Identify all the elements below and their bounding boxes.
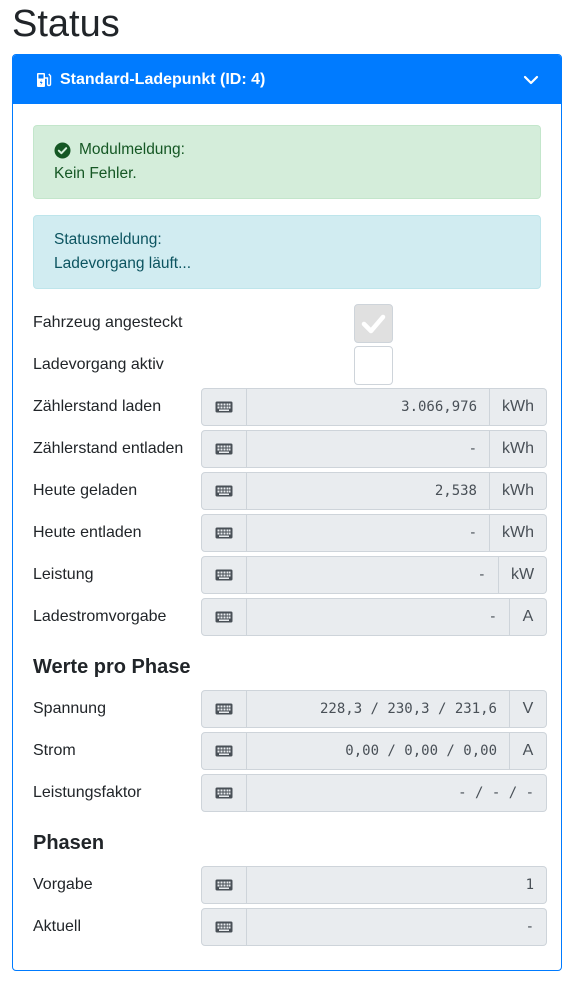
status-message-title: Statusmeldung: — [54, 231, 162, 248]
current-setpoint-value[interactable]: - — [247, 598, 510, 636]
unit-label: A — [510, 598, 547, 636]
field-label: Leistungsfaktor — [33, 784, 142, 801]
field-label: Zählerstand entladen — [33, 440, 184, 457]
field-label: Zählerstand laden — [33, 398, 162, 415]
current-value[interactable]: 0,00 / 0,00 / 0,00 — [247, 732, 510, 770]
unit-label: kWh — [490, 514, 547, 552]
chargepoint-title: Standard-Ladepunkt (ID: 4) — [60, 70, 266, 88]
unit-label: kWh — [490, 472, 547, 510]
keyboard-icon — [201, 690, 247, 728]
meter-charge-value[interactable]: 3.066,976 — [247, 388, 490, 426]
field-label: Vorgabe — [33, 876, 93, 893]
module-message-text: Kein Fehler. — [54, 165, 137, 182]
keyboard-icon — [201, 388, 247, 426]
phases-actual-input-group: - — [201, 908, 547, 946]
today-charged-input-group: 2,538 kWh — [201, 472, 547, 510]
voltage-input-group: 228,3 / 230,3 / 231,6 V — [201, 690, 547, 728]
chargepoint-card: Standard-Ladepunkt (ID: 4) Modulmeldung:… — [12, 54, 562, 971]
field-label: Leistung — [33, 566, 94, 583]
phases-heading: Phasen — [33, 832, 105, 854]
module-message-title: Modulmeldung: — [79, 141, 185, 158]
module-message-alert: Modulmeldung: Kein Fehler. — [33, 125, 541, 199]
charging-active-checkbox[interactable] — [354, 346, 393, 385]
vehicle-plugged-label: Fahrzeug angesteckt — [33, 314, 183, 331]
keyboard-icon — [201, 514, 247, 552]
power-factor-value[interactable]: - / - / - — [247, 774, 547, 812]
checkmark-icon — [361, 314, 386, 334]
phase-values-heading: Werte pro Phase — [33, 656, 191, 678]
charging-active-label: Ladevorgang aktiv — [33, 356, 164, 373]
unit-label: kWh — [490, 430, 547, 468]
meter-charge-input-group: 3.066,976 kWh — [201, 388, 547, 426]
field-label: Heute geladen — [33, 482, 138, 499]
unit-label: A — [510, 732, 547, 770]
keyboard-icon — [201, 732, 247, 770]
voltage-value[interactable]: 228,3 / 230,3 / 231,6 — [247, 690, 510, 728]
power-factor-input-group: - / - / - — [201, 774, 547, 812]
vehicle-plugged-checkbox[interactable] — [354, 304, 393, 343]
field-label: Spannung — [33, 700, 106, 717]
page-title: Status — [12, 3, 120, 45]
meter-discharge-value[interactable]: - — [247, 430, 490, 468]
keyboard-icon — [201, 908, 247, 946]
field-label: Heute entladen — [33, 524, 142, 541]
keyboard-icon — [201, 598, 247, 636]
phases-setpoint-input-group: 1 — [201, 866, 547, 904]
keyboard-icon — [201, 774, 247, 812]
status-message-text: Ladevorgang läuft... — [54, 255, 192, 272]
unit-label: V — [510, 690, 547, 728]
phases-setpoint-value[interactable]: 1 — [247, 866, 547, 904]
unit-label: kWh — [490, 388, 547, 426]
keyboard-icon — [201, 866, 247, 904]
chargepoint-card-header[interactable]: Standard-Ladepunkt (ID: 4) — [13, 55, 561, 104]
status-message-alert: Statusmeldung: Ladevorgang läuft... — [33, 215, 541, 289]
check-circle-icon — [54, 142, 71, 159]
today-charged-value[interactable]: 2,538 — [247, 472, 490, 510]
today-discharged-input-group: - kWh — [201, 514, 547, 552]
phases-actual-value[interactable]: - — [247, 908, 547, 946]
unit-label: kW — [499, 556, 547, 594]
keyboard-icon — [201, 430, 247, 468]
field-label: Strom — [33, 742, 76, 759]
meter-discharge-input-group: - kWh — [201, 430, 547, 468]
power-input-group: - kW — [201, 556, 547, 594]
today-discharged-value[interactable]: - — [247, 514, 490, 552]
field-label: Ladestromvorgabe — [33, 608, 167, 625]
current-setpoint-input-group: - A — [201, 598, 547, 636]
field-label: Aktuell — [33, 918, 82, 935]
keyboard-icon — [201, 556, 247, 594]
charging-station-icon — [34, 70, 54, 90]
chevron-down-icon[interactable] — [521, 70, 541, 90]
keyboard-icon — [201, 472, 247, 510]
power-value[interactable]: - — [247, 556, 499, 594]
current-input-group: 0,00 / 0,00 / 0,00 A — [201, 732, 547, 770]
